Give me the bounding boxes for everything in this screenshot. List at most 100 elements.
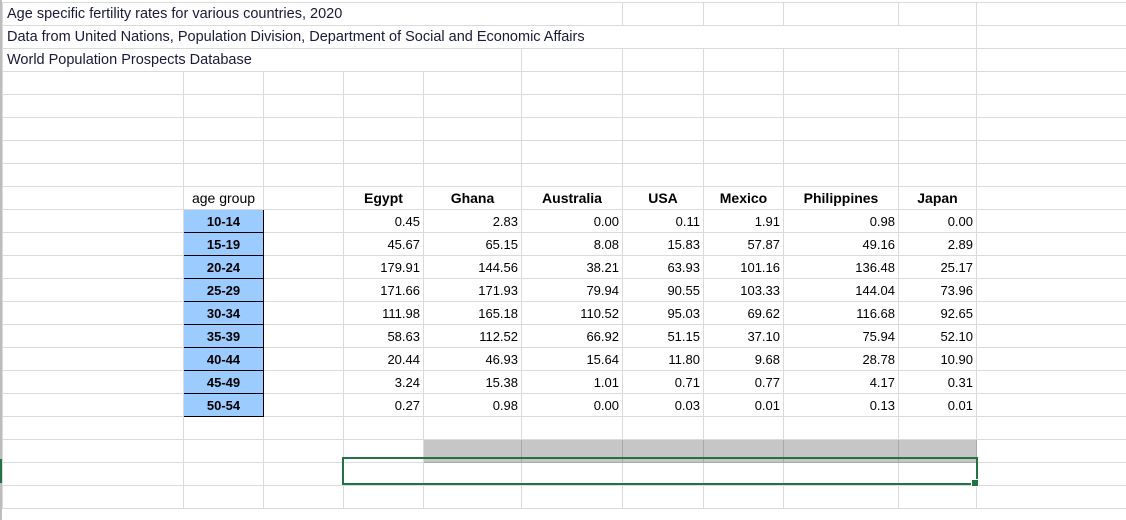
value-cell[interactable]: 1.91 [703,209,784,233]
cell[interactable] [976,71,1126,95]
cell[interactable] [521,94,623,118]
cell[interactable] [2,393,184,417]
cell[interactable] [183,140,264,164]
cell[interactable] [976,370,1126,394]
cell[interactable] [622,462,704,486]
value-cell[interactable]: 136.48 [783,255,899,279]
cell[interactable] [622,2,704,26]
age-group-cell[interactable]: 20-24 [183,255,264,279]
value-cell[interactable]: 1.01 [521,370,623,394]
value-cell[interactable]: 116.68 [783,301,899,325]
cell[interactable] [622,485,704,509]
cell[interactable] [423,462,522,486]
cell[interactable] [898,117,977,141]
cell[interactable] [263,416,344,440]
cell[interactable] [898,25,977,49]
value-cell[interactable]: 0.98 [783,209,899,233]
cell[interactable] [976,48,1126,72]
value-cell[interactable]: 171.93 [423,278,522,302]
cell[interactable] [622,140,704,164]
cell[interactable] [423,140,522,164]
value-cell[interactable]: 9.68 [703,347,784,371]
value-cell[interactable]: 58.63 [343,324,424,348]
cell[interactable] [976,393,1126,417]
selected-cell[interactable] [423,439,522,463]
value-cell[interactable]: 171.66 [343,278,424,302]
value-cell[interactable]: 79.94 [521,278,623,302]
cell[interactable] [343,163,424,187]
cell[interactable] [783,462,899,486]
cell[interactable] [2,140,184,164]
country-header[interactable]: USA [622,186,704,210]
cell[interactable] [783,71,899,95]
cell[interactable] [783,48,899,72]
cell[interactable] [976,117,1126,141]
selected-cell[interactable] [622,439,704,463]
value-cell[interactable]: 144.56 [423,255,522,279]
cell[interactable] [622,117,704,141]
age-group-cell[interactable]: 10-14 [183,209,264,233]
cell[interactable] [423,2,522,26]
cell[interactable] [783,485,899,509]
cell[interactable] [521,2,623,26]
cell[interactable] [423,94,522,118]
age-group-cell[interactable]: 40-44 [183,347,264,371]
cell[interactable] [976,25,1126,49]
value-cell[interactable]: 52.10 [898,324,977,348]
cell[interactable] [343,462,424,486]
cell[interactable] [183,117,264,141]
cell[interactable] [183,94,264,118]
cell[interactable] [898,71,977,95]
cell[interactable] [263,140,344,164]
cell[interactable] [263,186,344,210]
cell[interactable] [521,71,623,95]
cell[interactable] [976,186,1126,210]
cell[interactable] [2,232,184,256]
note-cell[interactable]: Data from United Nations, Population Div… [2,25,585,49]
cell[interactable] [2,462,184,486]
cell[interactable] [263,94,344,118]
cell[interactable] [263,48,344,72]
selected-cell[interactable] [898,439,977,463]
cell[interactable] [898,2,977,26]
cell[interactable] [783,416,899,440]
value-cell[interactable]: 111.98 [343,301,424,325]
cell[interactable] [423,117,522,141]
cell[interactable] [521,416,623,440]
value-cell[interactable]: 144.04 [783,278,899,302]
cell[interactable] [183,462,264,486]
value-cell[interactable]: 11.80 [622,347,704,371]
cell[interactable] [783,94,899,118]
value-cell[interactable]: 0.03 [622,393,704,417]
value-cell[interactable]: 0.31 [898,370,977,394]
value-cell[interactable]: 69.62 [703,301,784,325]
age-group-cell[interactable]: 15-19 [183,232,264,256]
cell[interactable] [703,71,784,95]
spreadsheet-grid[interactable]: Age specific fertility rates for various… [2,2,1126,509]
value-cell[interactable]: 95.03 [622,301,704,325]
cell[interactable] [898,485,977,509]
cell[interactable] [263,117,344,141]
country-header[interactable]: Japan [898,186,977,210]
age-group-cell[interactable]: 35-39 [183,324,264,348]
cell[interactable] [343,94,424,118]
value-cell[interactable]: 15.83 [622,232,704,256]
value-cell[interactable]: 15.38 [423,370,522,394]
value-cell[interactable]: 0.00 [521,393,623,417]
value-cell[interactable]: 51.15 [622,324,704,348]
cell[interactable] [2,439,184,463]
value-cell[interactable]: 0.45 [343,209,424,233]
cell[interactable] [263,278,344,302]
value-cell[interactable]: 90.55 [622,278,704,302]
cell[interactable] [183,163,264,187]
cell[interactable] [423,71,522,95]
value-cell[interactable]: 0.00 [521,209,623,233]
cell[interactable] [2,163,184,187]
cell[interactable] [423,485,522,509]
cell[interactable] [263,485,344,509]
value-cell[interactable]: 73.96 [898,278,977,302]
cell[interactable] [703,2,784,26]
value-cell[interactable]: 46.93 [423,347,522,371]
cell[interactable] [263,347,344,371]
cell[interactable] [423,163,522,187]
